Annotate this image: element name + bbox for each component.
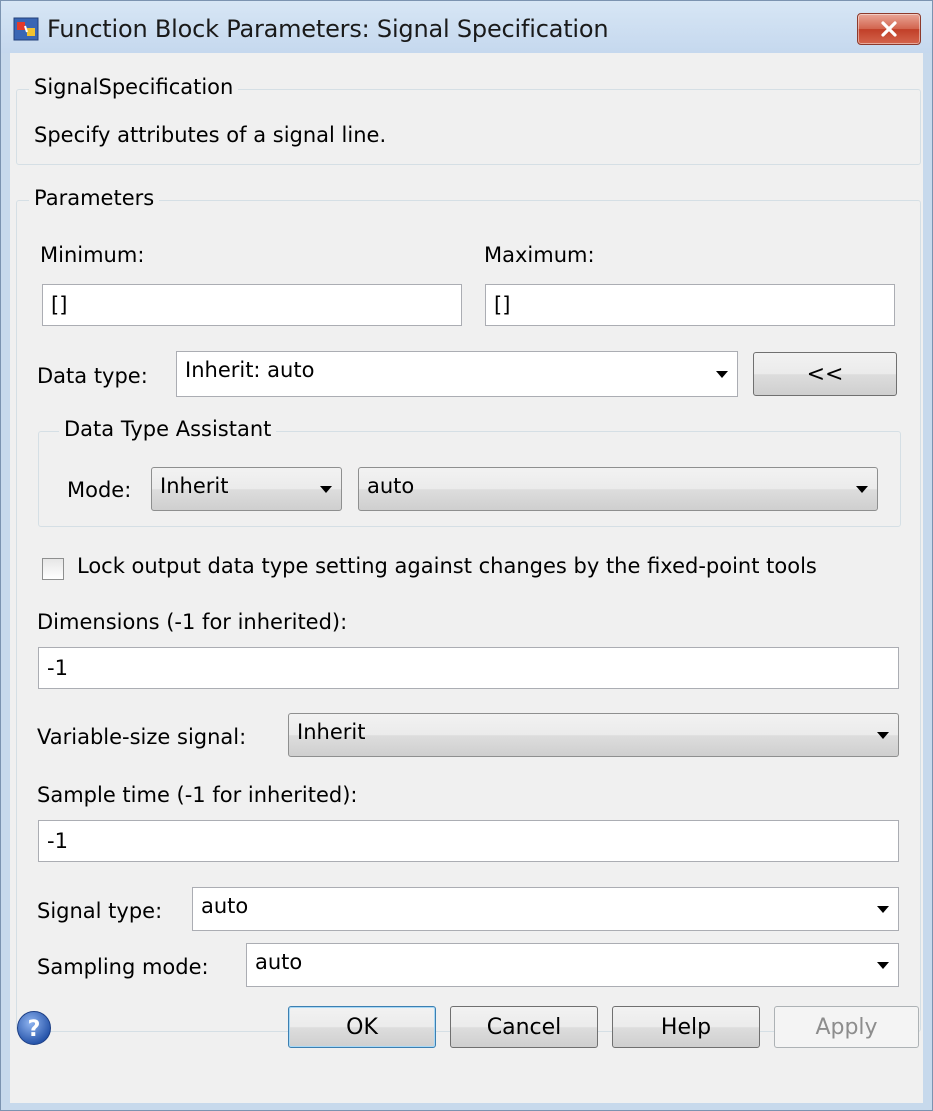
minimum-input[interactable]: [] — [42, 284, 462, 326]
simulink-block-icon — [13, 17, 39, 41]
data-type-label: Data type: — [37, 364, 148, 388]
help-button[interactable]: Help — [612, 1006, 760, 1048]
apply-button[interactable]: Apply — [774, 1006, 919, 1048]
title-bar[interactable]: Function Block Parameters: Signal Specif… — [1, 1, 932, 53]
maximum-label: Maximum: — [484, 243, 595, 267]
sample-time-input[interactable]: -1 — [38, 820, 899, 862]
chevron-down-icon — [716, 371, 728, 378]
dimensions-label: Dimensions (-1 for inherited): — [37, 610, 348, 634]
signal-type-label: Signal type: — [37, 899, 163, 923]
signal-type-value: auto — [201, 894, 249, 918]
dimensions-input[interactable]: -1 — [38, 647, 899, 689]
chevron-down-icon — [856, 486, 868, 493]
minimum-label: Minimum: — [40, 243, 145, 267]
variable-size-value: Inherit — [297, 720, 366, 744]
mode-label: Mode: — [67, 478, 132, 502]
chevron-down-icon — [320, 486, 332, 493]
close-icon — [881, 21, 897, 37]
help-icon[interactable]: ? — [16, 1010, 52, 1046]
ok-button[interactable]: OK — [288, 1006, 436, 1048]
data-type-value: Inherit: auto — [185, 358, 315, 382]
lock-output-checkbox[interactable] — [42, 558, 64, 580]
dialog-window: Function Block Parameters: Signal Specif… — [0, 0, 933, 1111]
sampling-mode-value: auto — [255, 950, 303, 974]
mode-dropdown[interactable]: Inherit — [151, 467, 342, 511]
variable-size-label: Variable-size signal: — [37, 725, 247, 749]
svg-text:?: ? — [28, 1017, 41, 1042]
sample-time-label: Sample time (-1 for inherited): — [37, 783, 358, 807]
window-title: Function Block Parameters: Signal Specif… — [47, 15, 609, 43]
sampling-mode-label: Sampling mode: — [37, 955, 209, 979]
description-text: Specify attributes of a signal line. — [34, 123, 387, 147]
chevron-down-icon — [877, 732, 889, 739]
signal-type-dropdown[interactable]: auto — [192, 887, 899, 931]
maximum-input[interactable]: [] — [485, 284, 895, 326]
chevron-down-icon — [877, 906, 889, 913]
dialog-body: SignalSpecification Specify attributes o… — [10, 53, 923, 1103]
cancel-button[interactable]: Cancel — [450, 1006, 598, 1048]
parameters-legend: Parameters — [29, 186, 160, 210]
description-legend: SignalSpecification — [29, 75, 239, 99]
data-type-assistant-legend: Data Type Assistant — [59, 417, 277, 441]
variable-size-dropdown[interactable]: Inherit — [288, 713, 899, 757]
inherit-rule-value: auto — [367, 474, 415, 498]
chevron-down-icon — [877, 962, 889, 969]
lock-output-label: Lock output data type setting against ch… — [77, 554, 817, 578]
inherit-rule-dropdown[interactable]: auto — [358, 467, 878, 511]
sampling-mode-dropdown[interactable]: auto — [246, 943, 899, 987]
close-button[interactable] — [857, 13, 921, 45]
toggle-assistant-button[interactable]: << — [753, 352, 897, 396]
data-type-dropdown[interactable]: Inherit: auto — [176, 351, 738, 397]
mode-value: Inherit — [160, 474, 229, 498]
